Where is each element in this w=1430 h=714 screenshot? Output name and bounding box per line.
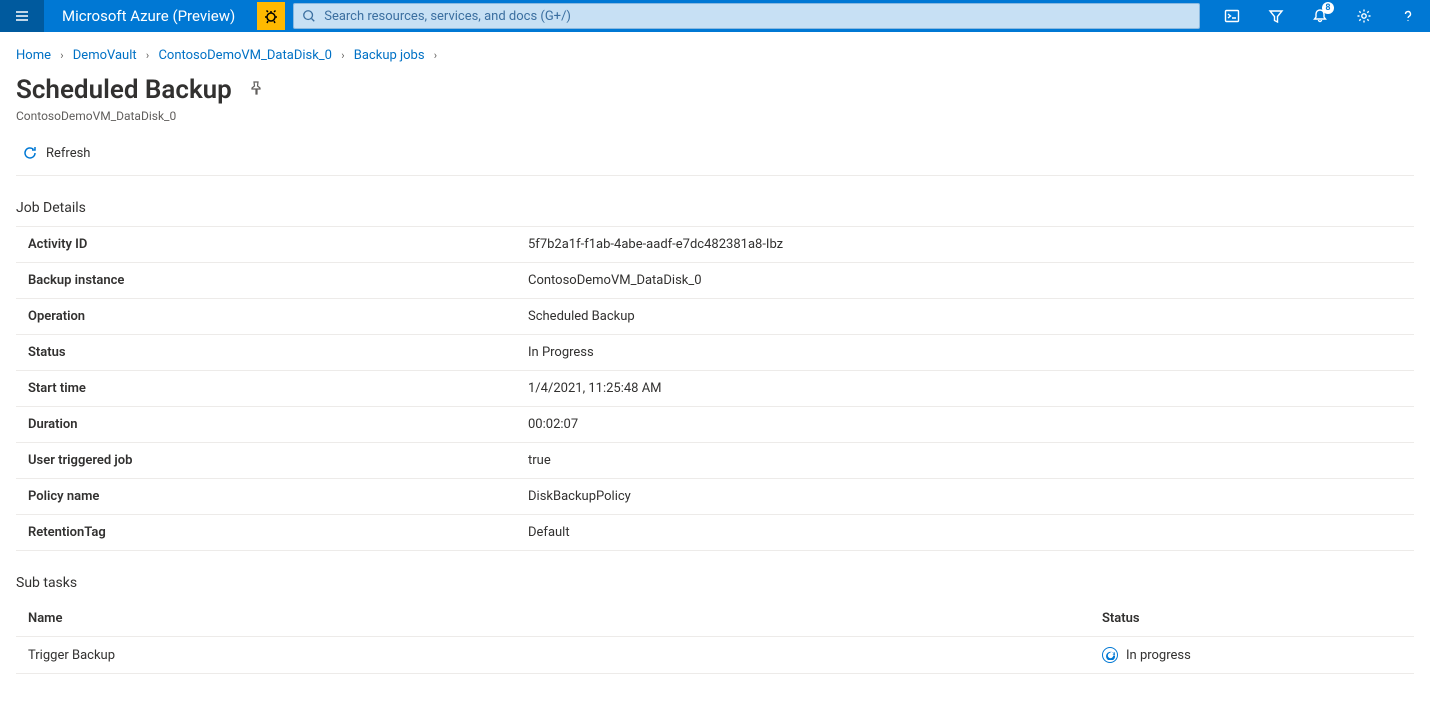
- brand-name: Microsoft Azure: [62, 7, 169, 25]
- detail-key: Activity ID: [16, 227, 516, 263]
- detail-key: User triggered job: [16, 443, 516, 479]
- brand-preview: (Preview): [172, 7, 235, 25]
- detail-key: Policy name: [16, 479, 516, 515]
- detail-row: Duration00:02:07: [16, 407, 1414, 443]
- search-icon: [302, 9, 316, 23]
- detail-value: 00:02:07: [516, 407, 1414, 443]
- page-subtitle: ContosoDemoVM_DataDisk_0: [16, 109, 1414, 123]
- detail-row: User triggered jobtrue: [16, 443, 1414, 479]
- global-search-input[interactable]: Search resources, services, and docs (G+…: [293, 3, 1200, 29]
- detail-key: RetentionTag: [16, 515, 516, 551]
- breadcrumb-jobs[interactable]: Backup jobs: [354, 48, 425, 63]
- notifications-button[interactable]: 8: [1298, 0, 1342, 32]
- column-header-name[interactable]: Name: [28, 611, 1102, 626]
- breadcrumb-vault[interactable]: DemoVault: [73, 48, 137, 63]
- detail-key: Duration: [16, 407, 516, 443]
- hamburger-menu-button[interactable]: [0, 0, 44, 32]
- column-header-status[interactable]: Status: [1102, 611, 1402, 626]
- detail-row: Policy nameDiskBackupPolicy: [16, 479, 1414, 515]
- refresh-button[interactable]: Refresh: [16, 141, 96, 165]
- job-details-table: Activity ID5f7b2a1f-f1ab-4abe-aadf-e7dc4…: [16, 226, 1414, 551]
- detail-key: Backup instance: [16, 263, 516, 299]
- breadcrumb-instance[interactable]: ContosoDemoVM_DataDisk_0: [158, 48, 332, 63]
- filter-icon: [1268, 8, 1284, 24]
- hamburger-icon: [14, 8, 30, 24]
- in-progress-icon: [1102, 647, 1118, 663]
- portal-topbar: Microsoft Azure (Preview) Search resourc…: [0, 0, 1430, 32]
- subtasks-header-row: Name Status: [16, 601, 1414, 637]
- subtask-row: Trigger Backup In progress: [16, 637, 1414, 674]
- detail-key: Operation: [16, 299, 516, 335]
- chevron-right-icon: ›: [434, 49, 437, 62]
- breadcrumb: Home › DemoVault › ContosoDemoVM_DataDis…: [16, 48, 1414, 63]
- detail-value: 1/4/2021, 11:25:48 AM: [516, 371, 1414, 407]
- topbar-actions: 8: [1210, 0, 1430, 32]
- pin-button[interactable]: [248, 80, 264, 100]
- detail-row: Activity ID5f7b2a1f-f1ab-4abe-aadf-e7dc4…: [16, 227, 1414, 263]
- detail-key: Start time: [16, 371, 516, 407]
- detail-value: ContosoDemoVM_DataDisk_0: [516, 263, 1414, 299]
- refresh-icon: [22, 145, 38, 161]
- page-content: Home › DemoVault › ContosoDemoVM_DataDis…: [0, 32, 1430, 694]
- subtask-status: In progress: [1126, 648, 1191, 663]
- command-bar: Refresh: [16, 141, 1414, 176]
- gear-icon: [1356, 8, 1372, 24]
- detail-row: RetentionTagDefault: [16, 515, 1414, 551]
- detail-row: Backup instanceContosoDemoVM_DataDisk_0: [16, 263, 1414, 299]
- chevron-right-icon: ›: [341, 49, 344, 62]
- detail-value: true: [516, 443, 1414, 479]
- chevron-right-icon: ›: [60, 49, 63, 62]
- breadcrumb-home[interactable]: Home: [16, 48, 51, 63]
- help-icon: [1400, 8, 1416, 24]
- brand-title: Microsoft Azure (Preview): [44, 7, 253, 25]
- subtask-name: Trigger Backup: [28, 648, 1102, 663]
- chevron-right-icon: ›: [146, 49, 149, 62]
- detail-value: In Progress: [516, 335, 1414, 371]
- detail-row: OperationScheduled Backup: [16, 299, 1414, 335]
- detail-key: Status: [16, 335, 516, 371]
- page-title: Scheduled Backup: [16, 75, 232, 105]
- settings-button[interactable]: [1342, 0, 1386, 32]
- page-header: Scheduled Backup: [16, 75, 1414, 105]
- cloud-shell-button[interactable]: [1210, 0, 1254, 32]
- directory-filter-button[interactable]: [1254, 0, 1298, 32]
- bug-icon: [263, 8, 279, 24]
- help-button[interactable]: [1386, 0, 1430, 32]
- detail-row: StatusIn Progress: [16, 335, 1414, 371]
- report-bug-button[interactable]: [257, 2, 285, 30]
- detail-value: 5f7b2a1f-f1ab-4abe-aadf-e7dc482381a8-Ibz: [516, 227, 1414, 263]
- detail-value: DiskBackupPolicy: [516, 479, 1414, 515]
- job-details-heading: Job Details: [16, 200, 1414, 216]
- pin-icon: [248, 80, 264, 96]
- sub-tasks-heading: Sub tasks: [16, 575, 1414, 591]
- detail-row: Start time1/4/2021, 11:25:48 AM: [16, 371, 1414, 407]
- detail-value: Scheduled Backup: [516, 299, 1414, 335]
- notification-badge: 8: [1322, 2, 1334, 14]
- cloud-shell-icon: [1224, 8, 1240, 24]
- search-placeholder: Search resources, services, and docs (G+…: [324, 9, 571, 24]
- refresh-label: Refresh: [46, 146, 90, 161]
- detail-value: Default: [516, 515, 1414, 551]
